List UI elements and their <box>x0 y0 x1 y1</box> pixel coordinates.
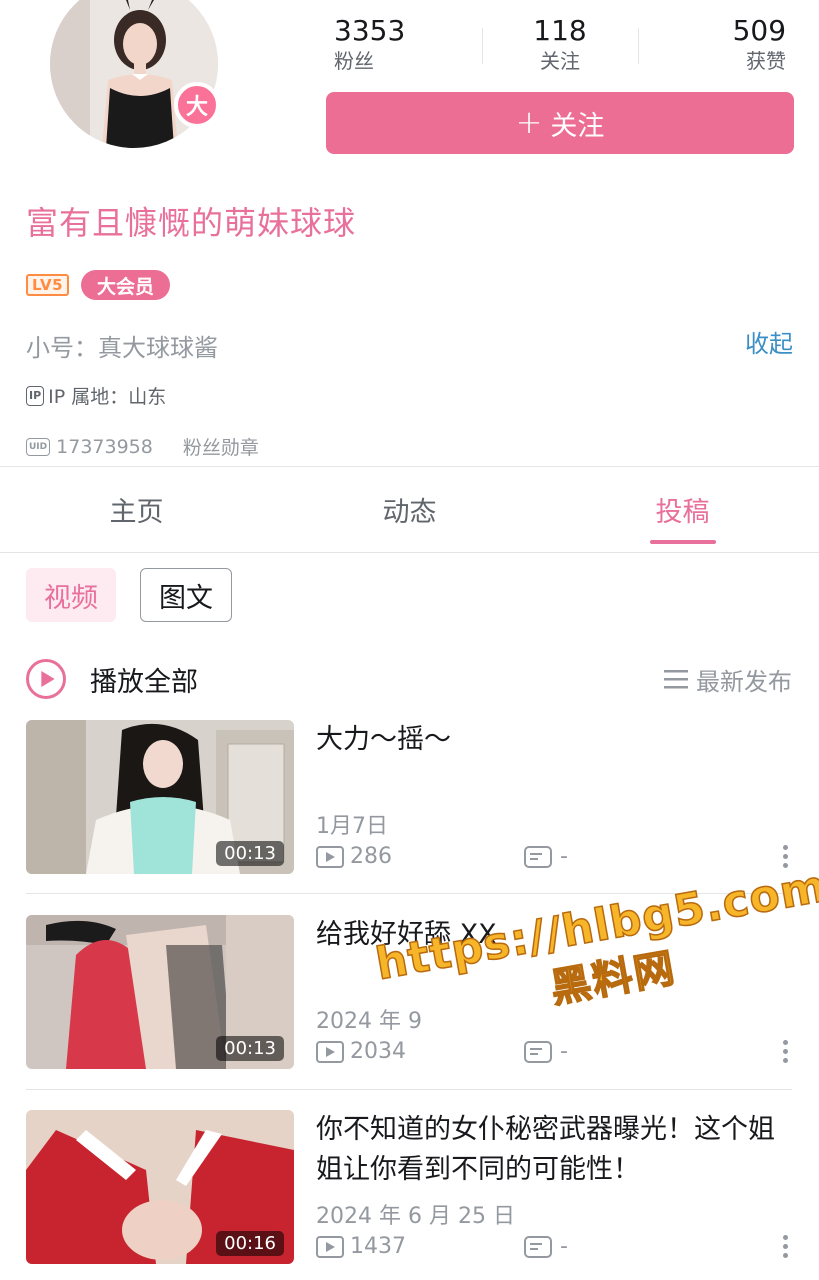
play-count-value: 286 <box>350 844 392 869</box>
danmaku-count-value: - <box>560 1234 568 1259</box>
play-count-value: 1437 <box>350 1234 406 1259</box>
play-count-icon <box>316 1040 344 1063</box>
play-count: 1437 <box>316 1234 524 1259</box>
video-item[interactable]: 00:13 给我好好舔 XX 2024 年 9 2034 - <box>26 915 792 1069</box>
uid-text: 17373958 <box>56 435 153 458</box>
video-item[interactable]: 00:13 大力～摇～ 1月7日 286 - <box>26 720 792 874</box>
play-count: 2034 <box>316 1039 524 1064</box>
divider <box>26 1089 792 1090</box>
filter-video[interactable]: 视频 <box>26 568 116 622</box>
more-options-icon[interactable] <box>780 1040 790 1063</box>
danmaku-icon <box>524 1235 552 1258</box>
ip-location-row: IP IP 属地：山东 <box>26 382 166 409</box>
badge-row: LV5 大会员 <box>26 270 171 300</box>
sort-icon <box>664 670 688 689</box>
divider <box>26 893 792 894</box>
video-meta: 2034 - <box>316 1039 792 1064</box>
follow-button-label: 关注 <box>550 110 605 142</box>
content-type-filters: 视频 图文 <box>26 568 232 622</box>
collapse-link[interactable]: 收起 <box>745 324 793 359</box>
play-count-icon <box>316 845 344 868</box>
video-duration: 00:13 <box>216 1036 284 1061</box>
stat-following[interactable]: 118 关注 <box>485 14 636 76</box>
stat-divider <box>482 28 483 64</box>
tab-dynamics[interactable]: 动态 <box>273 467 546 552</box>
plus-icon: + <box>515 102 543 141</box>
following-count: 118 <box>533 14 587 47</box>
ip-location-text: IP 属地：山东 <box>48 386 167 408</box>
video-meta: 286 - <box>316 844 792 869</box>
uid-icon: UID <box>26 437 51 456</box>
video-meta: 1437 - <box>316 1234 792 1259</box>
more-options-icon[interactable] <box>780 1235 790 1258</box>
list-header: 播放全部 最新发布 <box>26 656 792 702</box>
danmaku-count: - <box>524 844 568 869</box>
tab-home[interactable]: 主页 <box>0 467 273 552</box>
following-label: 关注 <box>540 49 580 73</box>
danmaku-count: - <box>524 1234 568 1259</box>
video-date: 2024 年 6 月 25 日 <box>316 1204 515 1229</box>
likes-count: 509 <box>732 14 787 47</box>
video-title[interactable]: 给我好好舔 XX <box>316 915 786 955</box>
danmaku-count-value: - <box>560 1039 568 1064</box>
uid-row: UID 17373958 粉丝勋章 <box>26 433 259 460</box>
vip-badge: 大 <box>174 82 220 128</box>
video-item[interactable]: 00:16 你不知道的女仆秘密武器曝光！这个姐姐让你看到不同的可能性！ 2024… <box>26 1110 792 1264</box>
likes-label: 获赞 <box>746 49 787 73</box>
avatar-container[interactable]: 大 <box>50 0 220 148</box>
video-title[interactable]: 你不知道的女仆秘密武器曝光！这个姐姐让你看到不同的可能性！ <box>316 1110 786 1190</box>
play-all-button[interactable]: 播放全部 <box>90 660 198 699</box>
play-count: 286 <box>316 844 524 869</box>
danmaku-count-value: - <box>560 844 568 869</box>
fans-count: 3353 <box>334 14 406 47</box>
play-count-icon <box>316 1235 344 1258</box>
profile-stats: 3353 粉丝 118 关注 509 获赞 <box>320 14 800 76</box>
video-date: 1月7日 <box>316 814 388 839</box>
play-all-icon[interactable] <box>26 659 66 699</box>
profile-nickname: 富有且慷慨的萌妹球球 <box>26 204 357 242</box>
ip-icon: IP <box>26 385 45 406</box>
video-duration: 00:13 <box>216 841 284 866</box>
fan-medal-link[interactable]: 粉丝勋章 <box>183 433 259 460</box>
fans-label: 粉丝 <box>334 49 374 73</box>
stat-fans[interactable]: 3353 粉丝 <box>320 14 485 76</box>
video-duration: 00:16 <box>216 1231 284 1256</box>
level-badge: LV5 <box>26 274 70 296</box>
sort-dropdown[interactable]: 最新发布 <box>664 662 792 697</box>
video-thumbnail[interactable]: 00:13 <box>26 720 294 874</box>
sort-label: 最新发布 <box>696 667 792 696</box>
member-badge[interactable]: 大会员 <box>81 270 171 300</box>
play-count-value: 2034 <box>350 1039 406 1064</box>
tab-uploads[interactable]: 投稿 <box>546 467 819 552</box>
more-options-icon[interactable] <box>780 845 790 868</box>
video-thumbnail[interactable]: 00:16 <box>26 1110 294 1264</box>
video-date: 2024 年 9 <box>316 1009 422 1034</box>
stat-likes[interactable]: 509 获赞 <box>635 14 800 76</box>
sub-account-text: 小号：真大球球酱 <box>26 334 218 362</box>
danmaku-icon <box>524 845 552 868</box>
video-title[interactable]: 大力～摇～ <box>316 720 786 760</box>
profile-tabs: 主页 动态 投稿 <box>0 467 819 553</box>
filter-image-text[interactable]: 图文 <box>140 568 232 622</box>
follow-button[interactable]: + 关注 <box>326 92 794 154</box>
video-thumbnail[interactable]: 00:13 <box>26 915 294 1069</box>
danmaku-count: - <box>524 1039 568 1064</box>
danmaku-icon <box>524 1040 552 1063</box>
